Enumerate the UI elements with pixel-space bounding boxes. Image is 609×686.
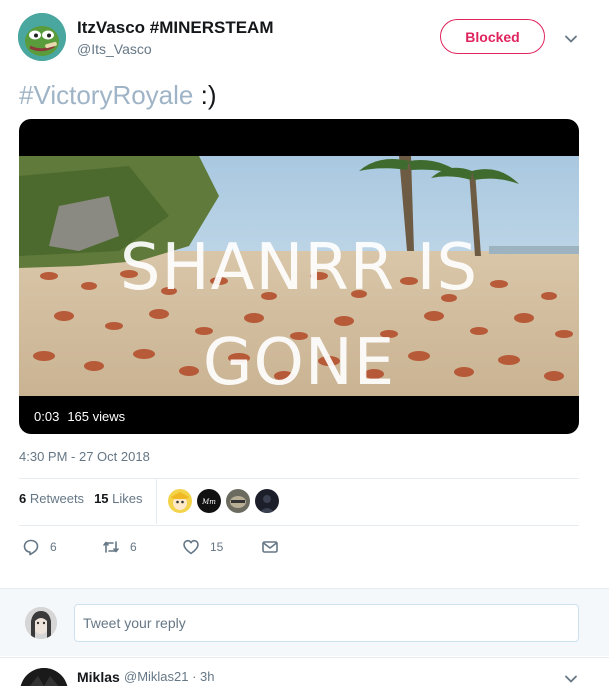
video-player[interactable]: SHANRR IS GONE bbox=[19, 119, 579, 434]
next-tweet-name[interactable]: Miklas bbox=[77, 669, 120, 685]
direct-message-action[interactable] bbox=[261, 538, 279, 556]
tweet-text: #VictoryRoyale :) bbox=[19, 80, 217, 110]
tweet-text-rest: :) bbox=[193, 80, 217, 110]
like-action[interactable]: 15 bbox=[182, 538, 223, 556]
next-tweet-meta[interactable]: @Miklas21 · 3h bbox=[124, 669, 215, 684]
pepe-avatar-icon bbox=[18, 13, 66, 61]
chevron-down-icon[interactable] bbox=[562, 30, 580, 48]
next-tweet-avatar[interactable] bbox=[20, 668, 68, 686]
current-user-avatar[interactable] bbox=[25, 607, 57, 639]
stats-separator bbox=[156, 479, 157, 524]
user-face-avatar-icon bbox=[25, 607, 57, 639]
dark-avatar-icon bbox=[20, 668, 68, 686]
retweets-count: 6 bbox=[19, 491, 27, 506]
heart-icon bbox=[183, 539, 199, 555]
blocked-button[interactable]: Blocked bbox=[440, 19, 545, 54]
face-avatar-icon bbox=[226, 489, 250, 513]
divider-top bbox=[19, 478, 579, 479]
next-tweet: Miklas @Miklas21 · 3h bbox=[0, 657, 609, 686]
video-badge: 0:03 165 views bbox=[28, 405, 132, 427]
retweet-icon bbox=[103, 541, 119, 553]
tweet-timestamp[interactable]: 4:30 PM - 27 Oct 2018 bbox=[19, 449, 150, 464]
liker-avatar-1[interactable] bbox=[168, 489, 192, 513]
author-block: ItzVasco #MINERSTEAM @Its_Vasco bbox=[77, 17, 274, 58]
video-frame: SHANRR IS GONE bbox=[19, 156, 579, 396]
reply-count: 6 bbox=[50, 540, 57, 554]
video-duration: 0:03 bbox=[34, 408, 60, 424]
retweets-label: Retweets bbox=[29, 491, 85, 506]
reply-composer bbox=[0, 588, 609, 656]
video-overlay-line2: GONE bbox=[202, 326, 396, 396]
reply-action[interactable]: 6 bbox=[22, 538, 57, 556]
user-handle[interactable]: @Its_Vasco bbox=[77, 40, 274, 58]
chevron-down-icon[interactable] bbox=[562, 670, 580, 686]
divider-bottom bbox=[19, 525, 579, 526]
liker-avatar-4[interactable] bbox=[255, 489, 279, 513]
retweets-stat[interactable]: 6 Retweets bbox=[19, 491, 84, 506]
reply-input[interactable] bbox=[74, 604, 579, 642]
liker-avatars: Mm bbox=[168, 489, 279, 513]
liker-avatar-3[interactable] bbox=[226, 489, 250, 513]
retweet-action[interactable]: 6 bbox=[102, 538, 137, 556]
logo-avatar-icon: Mm bbox=[197, 489, 221, 513]
tweet: ItzVasco #MINERSTEAM @Its_Vasco Blocked … bbox=[0, 0, 609, 588]
video-overlay-line1: SHANRR IS bbox=[119, 231, 479, 305]
tweet-stats: 6 Retweets 15 Likes bbox=[19, 491, 143, 506]
hashtag-link[interactable]: #VictoryRoyale bbox=[19, 80, 193, 110]
likes-label: Likes bbox=[112, 491, 143, 506]
display-name[interactable]: ItzVasco #MINERSTEAM bbox=[77, 17, 274, 39]
like-count: 15 bbox=[210, 540, 224, 554]
dark-avatar-icon bbox=[255, 489, 279, 513]
liker-avatar-2[interactable]: Mm bbox=[197, 489, 221, 513]
envelope-icon bbox=[262, 541, 278, 553]
likes-count: 15 bbox=[94, 491, 109, 506]
anime-avatar-icon bbox=[168, 489, 192, 513]
reply-icon bbox=[23, 539, 39, 556]
liker-2-logo-text: Mm bbox=[201, 498, 216, 506]
likes-stat[interactable]: 15 Likes bbox=[94, 491, 142, 506]
retweet-count: 6 bbox=[130, 540, 137, 554]
user-avatar[interactable] bbox=[18, 13, 66, 61]
video-views: 165 views bbox=[67, 408, 126, 424]
